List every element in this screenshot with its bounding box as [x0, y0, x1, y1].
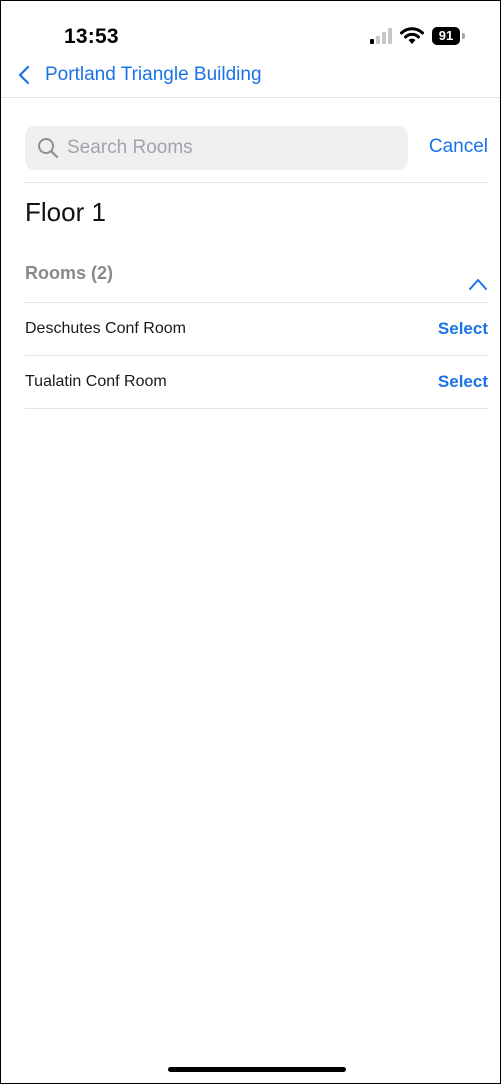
- back-button-label: Portland Triangle Building: [45, 64, 262, 85]
- cancel-button[interactable]: Cancel: [429, 136, 488, 158]
- battery-cap: [462, 33, 465, 39]
- chevron-up-icon[interactable]: [468, 277, 488, 291]
- search-input[interactable]: [67, 126, 397, 170]
- battery-level: 91: [432, 27, 460, 45]
- status-bar: 13:53 91: [1, 1, 500, 53]
- cellular-signal-icon: [370, 28, 392, 44]
- room-row[interactable]: Deschutes Conf Room Select: [25, 303, 488, 356]
- app-screen: 13:53 91 Portland Triangle Building Sear…: [0, 0, 501, 1084]
- room-name: Tualatin Conf Room: [25, 373, 167, 390]
- select-room-button[interactable]: Select: [438, 319, 488, 339]
- battery-icon: 91: [432, 27, 465, 45]
- rooms-section-header[interactable]: Rooms (2): [25, 259, 488, 301]
- search-field[interactable]: [25, 126, 408, 170]
- rooms-section-title: Rooms (2): [25, 263, 114, 283]
- divider: [25, 182, 488, 183]
- wifi-icon: [400, 27, 424, 44]
- home-indicator[interactable]: [168, 1067, 346, 1072]
- select-room-button[interactable]: Select: [438, 372, 488, 392]
- search-icon: [38, 138, 59, 159]
- chevron-left-icon: [18, 65, 30, 85]
- navigation-bar: Portland Triangle Building: [1, 53, 500, 98]
- room-row[interactable]: Tualatin Conf Room Select: [25, 356, 488, 409]
- status-time: 13:53: [64, 25, 119, 48]
- back-button[interactable]: Portland Triangle Building: [17, 61, 262, 89]
- room-name: Deschutes Conf Room: [25, 320, 186, 337]
- room-list: Deschutes Conf Room Select Tualatin Conf…: [25, 302, 488, 409]
- search-row: Cancel: [25, 126, 488, 170]
- floor-title: Floor 1: [25, 197, 106, 227]
